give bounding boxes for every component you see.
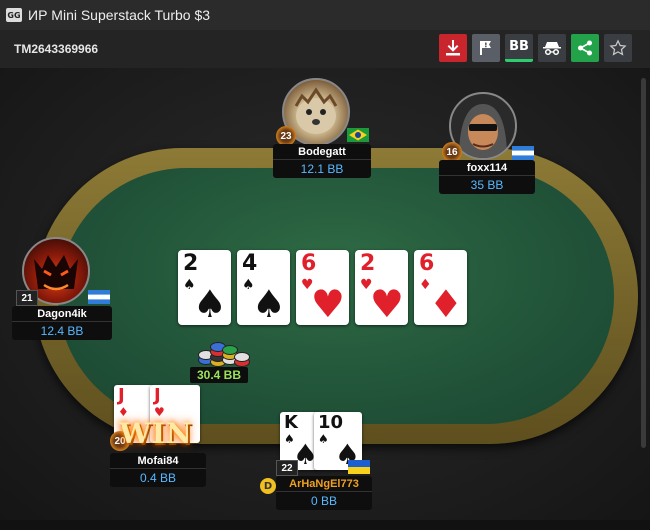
heart-icon: ♥: [310, 282, 345, 326]
player-name: Mofai84: [110, 453, 206, 469]
player-level-badge: 23: [276, 126, 296, 146]
dealer-button: D: [260, 478, 276, 494]
card-rank: 6: [419, 251, 435, 276]
app-logo: GG: [6, 8, 22, 22]
player-seat-bodegatt[interactable]: 23 Bodegatt 12.1 BB: [270, 78, 380, 188]
player-level-badge: 21: [16, 290, 38, 306]
ukraine-flag-icon: [348, 460, 370, 474]
player-name: foxx114: [439, 160, 535, 176]
community-cards: 2 ♠ ♠ 4 ♠ ♠ 6 ♥ ♥ 2 ♥ ♥ 6 ♦ ♦: [178, 250, 467, 325]
player-seat-foxx114[interactable]: 16 foxx114 35 BB: [437, 92, 547, 202]
card-rank: 2: [183, 251, 199, 276]
card-rank: 6: [301, 251, 317, 276]
player-level-badge: 16: [442, 142, 462, 162]
player-name: Dagon4ik: [12, 306, 112, 322]
board-card: 2 ♠ ♠: [178, 250, 231, 325]
star-icon: [609, 39, 627, 56]
card-rank: K: [284, 412, 298, 433]
share-button[interactable]: [571, 34, 599, 62]
card-rank: 2: [360, 251, 376, 276]
card-rank: 10: [318, 412, 344, 433]
player-stack: 12.1 BB: [300, 162, 344, 176]
player-nameplate: Mofai84 0.4 BB: [110, 453, 206, 487]
player-name: Bodegatt: [273, 144, 371, 160]
win-badge: WIN: [119, 417, 193, 450]
flag-report-icon: [480, 41, 491, 55]
share-icon: [578, 40, 592, 56]
player-stack: 12.4 BB: [40, 324, 84, 338]
spade-icon: ♠: [251, 282, 286, 326]
heart-icon: ♥: [369, 282, 404, 326]
player-stack: 0.4 BB: [139, 471, 177, 485]
card-rank: J: [118, 385, 125, 406]
player-nameplate: Bodegatt 12.1 BB: [273, 144, 371, 178]
diamond-icon: ♦: [428, 282, 463, 326]
window-title-bar: GG ИР Mini Superstack Turbo $3: [0, 0, 650, 30]
board-card: 6 ♥ ♥: [296, 250, 349, 325]
scrollbar[interactable]: [641, 78, 646, 448]
window-title: ИР Mini Superstack Turbo $3: [28, 7, 211, 23]
spade-icon: ♠: [318, 432, 329, 446]
player-name: ArHaNgEl773: [276, 476, 372, 492]
bottom-strip: [0, 520, 650, 530]
player-level-badge: 22: [276, 460, 298, 476]
card-rank: 4: [242, 251, 258, 276]
download-button[interactable]: [439, 34, 467, 62]
player-nameplate: foxx114 35 BB: [439, 160, 535, 194]
board-card: 4 ♠ ♠: [237, 250, 290, 325]
brazil-flag-icon: [347, 128, 369, 142]
player-seat-hero[interactable]: K ♠ ♠ 10 ♠ ♠ 22 D ArHaNgEl773 0 BB: [258, 410, 378, 520]
player-stack: 35 BB: [470, 178, 504, 192]
player-stack: 0 BB: [310, 494, 337, 508]
honduras-flag-icon: [512, 146, 534, 160]
incognito-icon: [543, 42, 561, 55]
player-seat-dagon4ik[interactable]: 21 Dagon4ik 12.4 BB: [12, 237, 122, 347]
download-icon: [446, 40, 460, 56]
table-info-bar: TM2643369966 BB: [0, 30, 650, 68]
player-nameplate: Dagon4ik 12.4 BB: [12, 306, 112, 340]
card-rank: J: [154, 385, 161, 406]
player-nameplate: ArHaNgEl773 0 BB: [276, 476, 372, 510]
chip-stack-icon: [190, 337, 250, 369]
spade-icon: ♠: [192, 282, 227, 326]
board-card: 2 ♥ ♥: [355, 250, 408, 325]
board-card: 6 ♦ ♦: [414, 250, 467, 325]
report-button[interactable]: [472, 34, 500, 62]
player-seat-mofai84[interactable]: J ♦ J ♥ 20 WIN Mofai84 0.4 BB: [108, 385, 218, 495]
tournament-id: TM2643369966: [14, 42, 99, 56]
honduras-flag-icon: [88, 290, 110, 304]
table-toolbar: BB: [439, 34, 632, 62]
favorite-button[interactable]: [604, 34, 632, 62]
incognito-button[interactable]: [538, 34, 566, 62]
pot-amount: 30.4 BB: [190, 367, 248, 383]
bb-display-toggle[interactable]: BB: [505, 34, 533, 62]
